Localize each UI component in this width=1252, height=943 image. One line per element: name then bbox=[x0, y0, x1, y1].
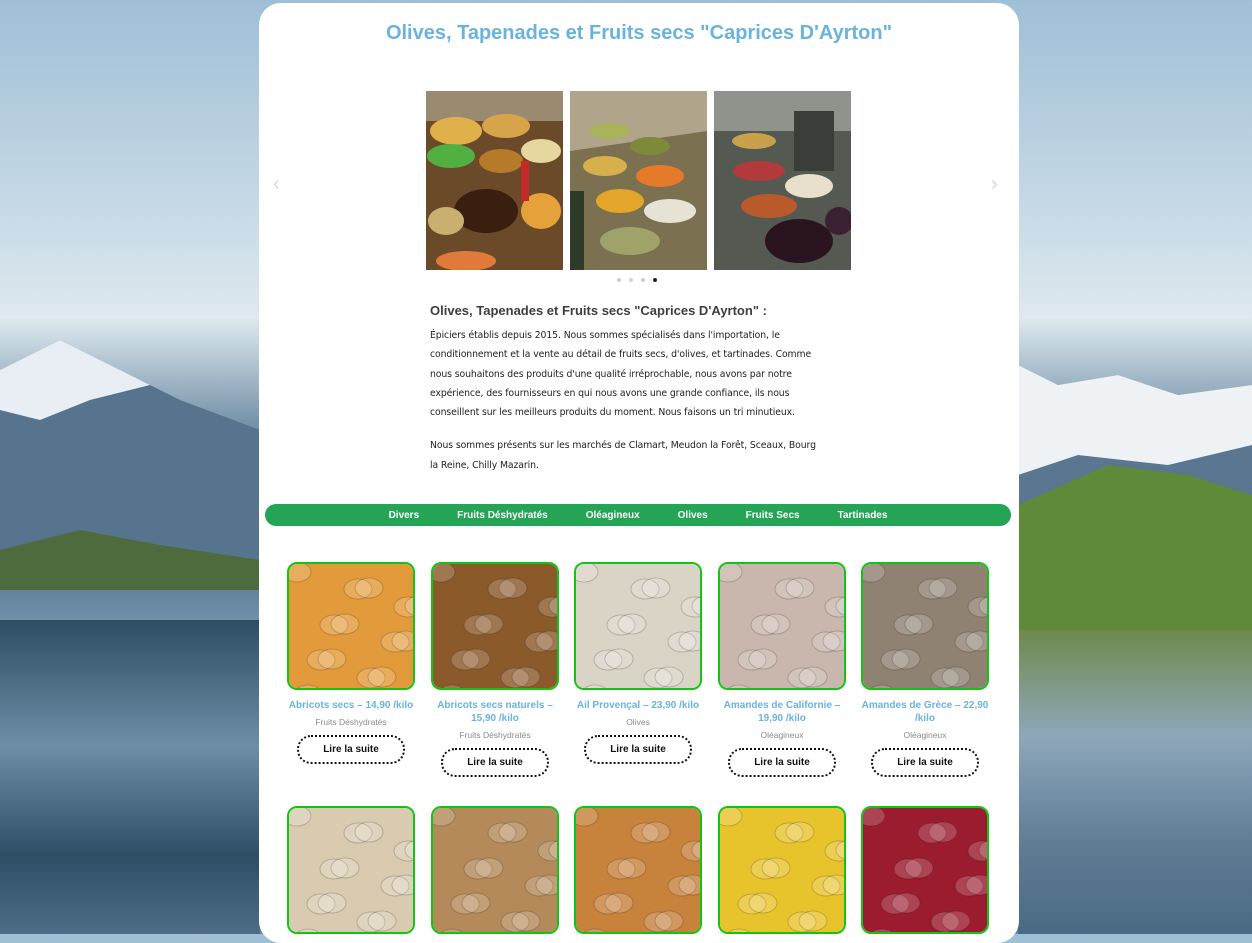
main-container: Olives, Tapenades et Fruits secs "Capric… bbox=[259, 3, 1019, 943]
chevron-right-icon[interactable]: › bbox=[991, 173, 998, 196]
product-card[interactable]: Abricots secs naturels – 15,90 /kilo Frui… bbox=[431, 562, 559, 777]
nav-item-tartinades[interactable]: Tartinades bbox=[838, 510, 888, 521]
intro-section: Olives, Tapenades et Fruits secs "Capric… bbox=[430, 303, 825, 489]
product-image[interactable] bbox=[287, 562, 415, 690]
read-more-button[interactable]: Lire la suite bbox=[297, 735, 405, 764]
mountain-scenery-right bbox=[1018, 365, 1252, 645]
product-category[interactable]: Oléagineux bbox=[718, 730, 846, 740]
carousel-dot[interactable] bbox=[617, 278, 621, 282]
product-name[interactable]: Amandes de Californie – 19,90 /kilo bbox=[718, 699, 846, 725]
lake-left bbox=[0, 620, 260, 934]
product-image[interactable] bbox=[861, 562, 989, 690]
lake-right bbox=[1018, 630, 1252, 934]
nav-item-olives[interactable]: Olives bbox=[678, 510, 708, 521]
product-name[interactable]: Amandes de Grèce – 22,90 /kilo bbox=[861, 699, 989, 725]
carousel-dots bbox=[617, 278, 657, 282]
carousel-dot[interactable] bbox=[641, 278, 645, 282]
image-carousel: ‹ › bbox=[259, 91, 1019, 291]
carousel-slide-2[interactable] bbox=[570, 91, 707, 270]
product-name[interactable]: Ail Provençal – 23,90 /kilo bbox=[574, 699, 702, 712]
product-card[interactable] bbox=[861, 806, 989, 934]
intro-paragraph-2: Nous sommes présents sur les marchés de … bbox=[430, 440, 816, 471]
product-image[interactable] bbox=[431, 562, 559, 690]
nav-item-fruits-secs[interactable]: Fruits Secs bbox=[746, 510, 800, 521]
product-image[interactable] bbox=[861, 806, 989, 934]
read-more-button[interactable]: Lire la suite bbox=[584, 735, 692, 764]
product-card[interactable]: Amandes de Grèce – 22,90 /kilo Oléagineux… bbox=[861, 562, 989, 777]
product-name[interactable]: Abricots secs – 14,90 /kilo bbox=[287, 699, 415, 712]
intro-paragraph-1: Épiciers établis depuis 2015. Nous somme… bbox=[430, 330, 812, 419]
product-image[interactable] bbox=[287, 806, 415, 934]
product-name[interactable]: Abricots secs naturels – 15,90 /kilo bbox=[431, 699, 559, 725]
product-card[interactable]: Amandes de Californie – 19,90 /kilo Oléag… bbox=[718, 562, 846, 777]
product-category[interactable]: Olives bbox=[574, 717, 702, 727]
carousel-slide-1[interactable] bbox=[426, 91, 563, 270]
product-image[interactable] bbox=[574, 806, 702, 934]
product-card[interactable]: Ail Provençal – 23,90 /kilo Olives Lire la… bbox=[574, 562, 702, 764]
chevron-left-icon[interactable]: ‹ bbox=[273, 173, 280, 196]
product-image[interactable] bbox=[718, 562, 846, 690]
product-image[interactable] bbox=[431, 806, 559, 934]
product-card[interactable] bbox=[431, 806, 559, 934]
carousel-dot[interactable] bbox=[629, 278, 633, 282]
carousel-slide-3[interactable] bbox=[714, 91, 851, 270]
intro-heading: Olives, Tapenades et Fruits secs "Capric… bbox=[430, 303, 767, 318]
product-category[interactable]: Fruits Déshydratés bbox=[287, 717, 415, 727]
product-category[interactable]: Oléagineux bbox=[861, 730, 989, 740]
product-category[interactable]: Fruits Déshydratés bbox=[431, 730, 559, 740]
read-more-button[interactable]: Lire la suite bbox=[728, 748, 836, 777]
nav-item-oleagineux[interactable]: Oléagineux bbox=[586, 510, 640, 521]
product-image[interactable] bbox=[574, 562, 702, 690]
product-card[interactable] bbox=[287, 806, 415, 934]
product-card[interactable]: Abricots secs – 14,90 /kilo Fruits Déshyd… bbox=[287, 562, 415, 764]
read-more-button[interactable]: Lire la suite bbox=[871, 748, 979, 777]
nav-item-fruits-deshydrates[interactable]: Fruits Déshydratés bbox=[457, 510, 548, 521]
read-more-button[interactable]: Lire la suite bbox=[441, 748, 549, 777]
product-image[interactable] bbox=[718, 806, 846, 934]
mountain-scenery-left bbox=[0, 340, 260, 590]
category-nav: Divers Fruits Déshydratés Oléagineux Oli… bbox=[265, 504, 1011, 526]
product-card[interactable] bbox=[574, 806, 702, 934]
carousel-dot-active[interactable] bbox=[653, 278, 657, 282]
nav-item-divers[interactable]: Divers bbox=[389, 510, 420, 521]
site-title: Olives, Tapenades et Fruits secs "Capric… bbox=[385, 22, 893, 44]
product-card[interactable] bbox=[718, 806, 846, 934]
